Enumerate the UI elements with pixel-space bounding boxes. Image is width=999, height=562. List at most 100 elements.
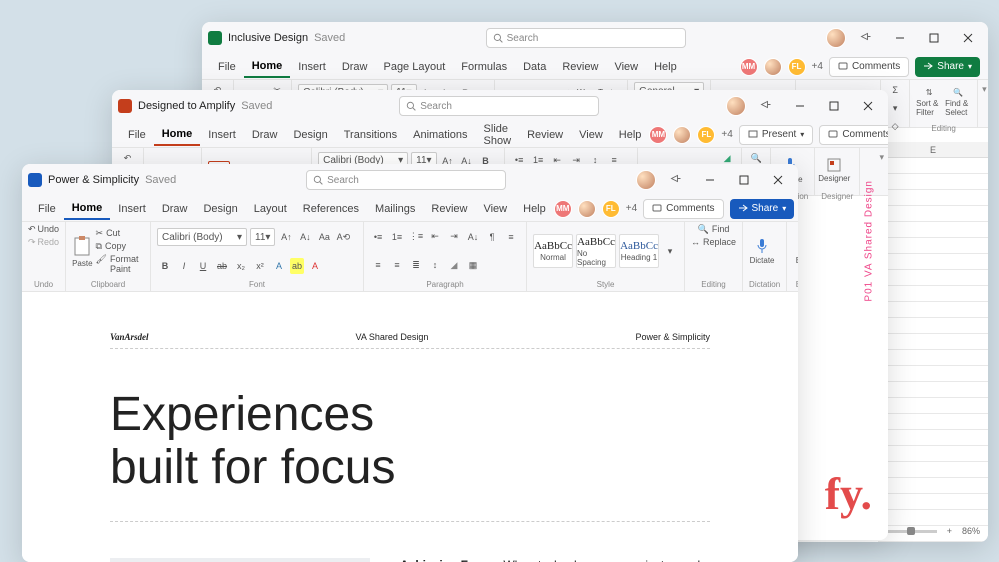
coming-soon-icon[interactable] xyxy=(662,166,690,194)
font-family-combo[interactable]: Calibri (Body)▾ xyxy=(157,228,247,246)
indent-dec-button[interactable]: ⇤ xyxy=(427,229,443,245)
menu-review[interactable]: Review xyxy=(519,125,571,145)
bullets-button[interactable]: •≡ xyxy=(370,229,386,245)
zoom-in-button[interactable]: + xyxy=(947,526,952,536)
comments-button[interactable]: Comments xyxy=(829,57,909,77)
menu-draw[interactable]: Draw xyxy=(154,199,196,219)
menu-insert[interactable]: Insert xyxy=(290,57,334,77)
clear-format-button[interactable]: A⟲ xyxy=(335,229,351,245)
menu-home[interactable]: Home xyxy=(244,56,291,78)
dictate-button[interactable]: Dictate xyxy=(749,231,775,271)
style-nospacing[interactable]: AaBbCcNo Spacing xyxy=(576,234,616,268)
user-avatar[interactable] xyxy=(636,170,656,190)
menu-help[interactable]: Help xyxy=(611,125,650,145)
menu-animations[interactable]: Animations xyxy=(405,125,475,145)
italic-button[interactable]: I xyxy=(176,258,192,274)
menu-draw[interactable]: Draw xyxy=(244,125,286,145)
menu-review[interactable]: Review xyxy=(423,199,475,219)
search-input[interactable]: Search xyxy=(399,96,599,116)
align-right-button[interactable]: ≡ xyxy=(389,257,405,273)
menu-insert[interactable]: Insert xyxy=(200,125,244,145)
style-heading1[interactable]: AaBbCcHeading 1 xyxy=(619,234,659,268)
borders-button[interactable]: ▦ xyxy=(465,257,481,273)
menu-help[interactable]: Help xyxy=(515,199,554,219)
minimize-button[interactable] xyxy=(886,24,914,52)
show-marks-button[interactable]: ¶ xyxy=(484,229,500,245)
menu-formulas[interactable]: Formulas xyxy=(453,57,515,77)
autosum-button[interactable]: Σ xyxy=(887,82,903,98)
change-case-button[interactable]: Aa xyxy=(316,229,332,245)
share-button[interactable]: Share▾ xyxy=(915,57,980,77)
align-center-button[interactable]: ≡ xyxy=(370,257,386,273)
menu-view[interactable]: View xyxy=(571,125,611,145)
collab-avatar-2[interactable] xyxy=(673,126,691,144)
collab-avatar-3[interactable]: FL xyxy=(697,126,715,144)
minimize-button[interactable] xyxy=(696,166,724,194)
collab-more[interactable]: +4 xyxy=(721,129,732,140)
collab-avatar-1[interactable]: MM xyxy=(649,126,667,144)
fill-button[interactable]: ▾ xyxy=(887,100,903,116)
spreadsheet-grid[interactable]: E xyxy=(878,142,988,542)
bold-button[interactable]: B xyxy=(157,258,173,274)
menu-transitions[interactable]: Transitions xyxy=(336,125,405,145)
multilevel-button[interactable]: ⋮≡ xyxy=(408,229,424,245)
font-color-button[interactable]: A xyxy=(307,258,323,274)
undo-button[interactable]: ↶ Undo xyxy=(28,224,59,235)
find-select-button[interactable]: 🔍Find & Select xyxy=(945,82,971,122)
ribbon-collapse-button[interactable]: ▾ xyxy=(875,148,888,195)
coming-soon-icon[interactable] xyxy=(852,24,880,52)
format-painter-button[interactable]: 🖌 Format Paint xyxy=(96,254,144,274)
strike-button[interactable]: ab xyxy=(214,258,230,274)
search-input[interactable]: Search xyxy=(306,170,506,190)
menu-view[interactable]: View xyxy=(606,57,646,77)
close-button[interactable] xyxy=(954,24,982,52)
subscript-button[interactable]: x₂ xyxy=(233,258,249,274)
increase-font-button[interactable]: A↑ xyxy=(278,229,294,245)
line-spacing-button[interactable]: ↕ xyxy=(427,257,443,273)
menu-help[interactable]: Help xyxy=(646,57,685,77)
present-button[interactable]: Present▾ xyxy=(739,125,813,145)
editor-button[interactable]: Editor xyxy=(793,231,798,271)
user-avatar[interactable] xyxy=(826,28,846,48)
font-size-combo[interactable]: 11▾ xyxy=(250,228,275,246)
close-button[interactable] xyxy=(854,92,882,120)
collab-avatar-3[interactable]: FL xyxy=(602,200,620,218)
collab-avatar-1[interactable]: MM xyxy=(554,200,572,218)
copy-button[interactable]: ⧉ Copy xyxy=(96,241,144,252)
maximize-button[interactable] xyxy=(820,92,848,120)
sort-button[interactable]: A↓ xyxy=(465,229,481,245)
designer-button[interactable]: Designer xyxy=(821,150,847,190)
menu-view[interactable]: View xyxy=(475,199,515,219)
highlight-button[interactable]: ab xyxy=(290,258,304,274)
close-button[interactable] xyxy=(764,166,792,194)
shading-button[interactable]: ◢ xyxy=(446,257,462,273)
search-input[interactable]: Search xyxy=(486,28,686,48)
redo-button[interactable]: ↷ Redo xyxy=(28,237,59,248)
underline-button[interactable]: U xyxy=(195,258,211,274)
collab-avatar-1[interactable]: MM xyxy=(740,58,758,76)
menu-layout[interactable]: Layout xyxy=(246,199,295,219)
document-canvas[interactable]: VanArsdel VA Shared Design Power & Simpl… xyxy=(22,292,798,562)
justify-button[interactable]: ≣ xyxy=(408,257,424,273)
styles-more-button[interactable]: ▾ xyxy=(662,243,678,259)
collab-avatar-2[interactable] xyxy=(578,200,596,218)
superscript-button[interactable]: x² xyxy=(252,258,268,274)
collab-more[interactable]: +4 xyxy=(812,61,823,72)
maximize-button[interactable] xyxy=(920,24,948,52)
share-button[interactable]: Share▾ xyxy=(730,199,795,219)
menu-file[interactable]: File xyxy=(120,125,154,145)
comments-button[interactable]: Comments xyxy=(819,125,888,145)
menu-insert[interactable]: Insert xyxy=(110,199,154,219)
coming-soon-icon[interactable] xyxy=(752,92,780,120)
menu-draw[interactable]: Draw xyxy=(334,57,376,77)
align-left-button[interactable]: ≡ xyxy=(503,229,519,245)
collab-more[interactable]: +4 xyxy=(626,203,637,214)
menu-mailings[interactable]: Mailings xyxy=(367,199,423,219)
menu-slideshow[interactable]: Slide Show xyxy=(476,119,520,151)
paste-button[interactable]: Paste xyxy=(72,231,92,271)
menu-file[interactable]: File xyxy=(210,57,244,77)
collab-avatar-2[interactable] xyxy=(764,58,782,76)
menu-home[interactable]: Home xyxy=(154,124,201,146)
find-button[interactable]: 🔍 Find xyxy=(698,224,730,235)
zoom-slider[interactable] xyxy=(887,530,937,533)
